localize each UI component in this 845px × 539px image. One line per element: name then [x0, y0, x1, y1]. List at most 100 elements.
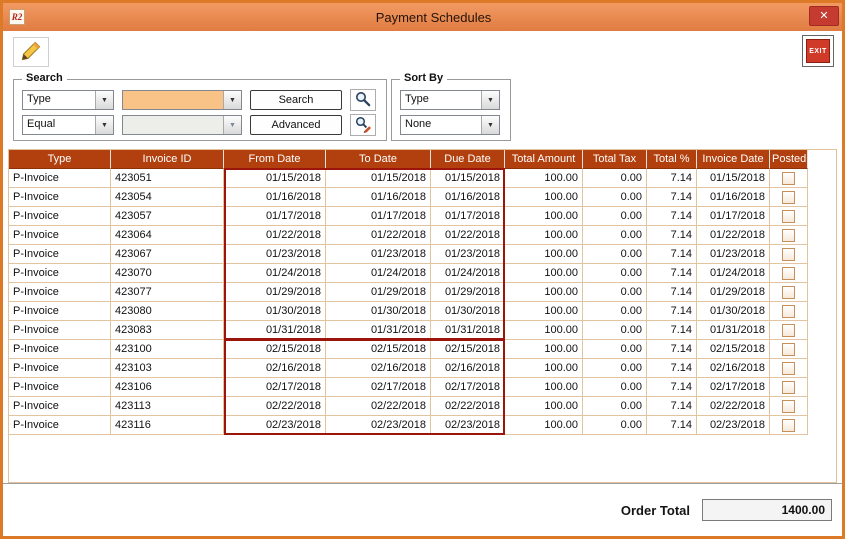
- table-row[interactable]: P-Invoice42305701/17/201801/17/201801/17…: [9, 207, 836, 226]
- posted-checkbox[interactable]: [782, 400, 795, 413]
- cell-invoice_id: 423080: [111, 302, 224, 321]
- cell-total_amount: 100.00: [505, 378, 583, 397]
- cell-to_date: 01/17/2018: [326, 207, 431, 226]
- search-operator-select[interactable]: Equal ▼: [22, 115, 114, 135]
- sort-secondary-select[interactable]: None ▼: [400, 115, 500, 135]
- cell-invoice_id: 423077: [111, 283, 224, 302]
- posted-checkbox[interactable]: [782, 267, 795, 280]
- table-row[interactable]: P-Invoice42311302/22/201802/22/201802/22…: [9, 397, 836, 416]
- search-icon-button[interactable]: [350, 89, 376, 111]
- filler-cell: [808, 207, 836, 226]
- posted-checkbox[interactable]: [782, 229, 795, 242]
- cell-from_date: 01/22/2018: [224, 226, 326, 245]
- cell-to_date: 01/22/2018: [326, 226, 431, 245]
- posted-checkbox[interactable]: [782, 305, 795, 318]
- table-row[interactable]: P-Invoice42305401/16/201801/16/201801/16…: [9, 188, 836, 207]
- chevron-down-icon: ▼: [223, 91, 241, 109]
- cell-to_date: 02/15/2018: [326, 340, 431, 359]
- cell-invoice_id: 423113: [111, 397, 224, 416]
- chevron-down-icon: ▼: [95, 116, 113, 134]
- column-header-from-date[interactable]: From Date: [224, 150, 326, 169]
- column-header-total-pct[interactable]: Total %: [647, 150, 697, 169]
- cell-total_tax: 0.00: [583, 188, 647, 207]
- cell-invoice_id: 423064: [111, 226, 224, 245]
- search-controls: Type ▼ ▼ Search Equal ▼: [22, 90, 376, 135]
- table-row[interactable]: P-Invoice42310302/16/201802/16/201802/16…: [9, 359, 836, 378]
- cell-to_date: 01/16/2018: [326, 188, 431, 207]
- cell-type: P-Invoice: [9, 169, 111, 188]
- table-row[interactable]: P-Invoice42305101/15/201801/15/201801/15…: [9, 169, 836, 188]
- cell-due_date: 01/29/2018: [431, 283, 505, 302]
- column-header-posted[interactable]: Posted: [770, 150, 808, 169]
- cell-invoice_id: 423103: [111, 359, 224, 378]
- column-header-type[interactable]: Type: [9, 150, 111, 169]
- sort-primary-select[interactable]: Type ▼: [400, 90, 500, 110]
- cell-total_tax: 0.00: [583, 245, 647, 264]
- posted-checkbox[interactable]: [782, 191, 795, 204]
- filler-cell: [808, 416, 836, 435]
- table-row[interactable]: P-Invoice42306701/23/201801/23/201801/23…: [9, 245, 836, 264]
- filler-cell: [808, 245, 836, 264]
- close-button[interactable]: ✕: [809, 6, 839, 26]
- cell-posted: [770, 302, 808, 321]
- search-value-combo[interactable]: ▼: [122, 90, 242, 110]
- cell-due_date: 01/16/2018: [431, 188, 505, 207]
- table-row[interactable]: P-Invoice42311602/23/201802/23/201802/23…: [9, 416, 836, 435]
- cell-posted: [770, 226, 808, 245]
- cell-to_date: 01/15/2018: [326, 169, 431, 188]
- cell-total_pct: 7.14: [647, 283, 697, 302]
- posted-checkbox[interactable]: [782, 324, 795, 337]
- cell-type: P-Invoice: [9, 264, 111, 283]
- filler-cell: [808, 188, 836, 207]
- cell-total_pct: 7.14: [647, 321, 697, 340]
- column-header-invoice-id[interactable]: Invoice ID: [111, 150, 224, 169]
- table-row[interactable]: P-Invoice42306401/22/201801/22/201801/22…: [9, 226, 836, 245]
- table-row[interactable]: P-Invoice42307001/24/201801/24/201801/24…: [9, 264, 836, 283]
- posted-checkbox[interactable]: [782, 419, 795, 432]
- cell-type: P-Invoice: [9, 340, 111, 359]
- posted-checkbox[interactable]: [782, 248, 795, 261]
- advanced-button[interactable]: Advanced: [250, 115, 342, 135]
- posted-checkbox[interactable]: [782, 172, 795, 185]
- exit-button[interactable]: EXIT: [802, 35, 834, 67]
- cell-total_pct: 7.14: [647, 359, 697, 378]
- cell-due_date: 02/23/2018: [431, 416, 505, 435]
- cell-from_date: 01/24/2018: [224, 264, 326, 283]
- order-total-value: 1400.00: [702, 499, 832, 521]
- cell-from_date: 02/22/2018: [224, 397, 326, 416]
- edit-button[interactable]: [13, 37, 49, 67]
- table-row[interactable]: P-Invoice42308001/30/201801/30/201801/30…: [9, 302, 836, 321]
- column-header-total-amount[interactable]: Total Amount: [505, 150, 583, 169]
- filler-cell: [808, 226, 836, 245]
- column-header-due-date[interactable]: Due Date: [431, 150, 505, 169]
- cell-total_amount: 100.00: [505, 188, 583, 207]
- cell-due_date: 02/17/2018: [431, 378, 505, 397]
- cell-invoice_id: 423070: [111, 264, 224, 283]
- table-row[interactable]: P-Invoice42310002/15/201802/15/201802/15…: [9, 340, 836, 359]
- filler-cell: [808, 321, 836, 340]
- exit-icon: EXIT: [806, 39, 830, 63]
- column-header-total-tax[interactable]: Total Tax: [583, 150, 647, 169]
- chevron-down-icon: ▼: [223, 116, 241, 134]
- posted-checkbox[interactable]: [782, 286, 795, 299]
- table-row[interactable]: P-Invoice42310602/17/201802/17/201802/17…: [9, 378, 836, 397]
- posted-checkbox[interactable]: [782, 343, 795, 356]
- cell-type: P-Invoice: [9, 207, 111, 226]
- cell-type: P-Invoice: [9, 245, 111, 264]
- cell-type: P-Invoice: [9, 283, 111, 302]
- cell-posted: [770, 207, 808, 226]
- posted-checkbox[interactable]: [782, 381, 795, 394]
- table-row[interactable]: P-Invoice42307701/29/201801/29/201801/29…: [9, 283, 836, 302]
- table-row[interactable]: P-Invoice42308301/31/201801/31/201801/31…: [9, 321, 836, 340]
- search-field-select[interactable]: Type ▼: [22, 90, 114, 110]
- advanced-search-icon-button[interactable]: [350, 114, 376, 136]
- column-header-to-date[interactable]: To Date: [326, 150, 431, 169]
- search-button[interactable]: Search: [250, 90, 342, 110]
- cell-total_pct: 7.14: [647, 340, 697, 359]
- cell-invoice_id: 423057: [111, 207, 224, 226]
- posted-checkbox[interactable]: [782, 362, 795, 375]
- column-header-invoice-date[interactable]: Invoice Date: [697, 150, 770, 169]
- cell-to_date: 01/23/2018: [326, 245, 431, 264]
- cell-total_pct: 7.14: [647, 397, 697, 416]
- posted-checkbox[interactable]: [782, 210, 795, 223]
